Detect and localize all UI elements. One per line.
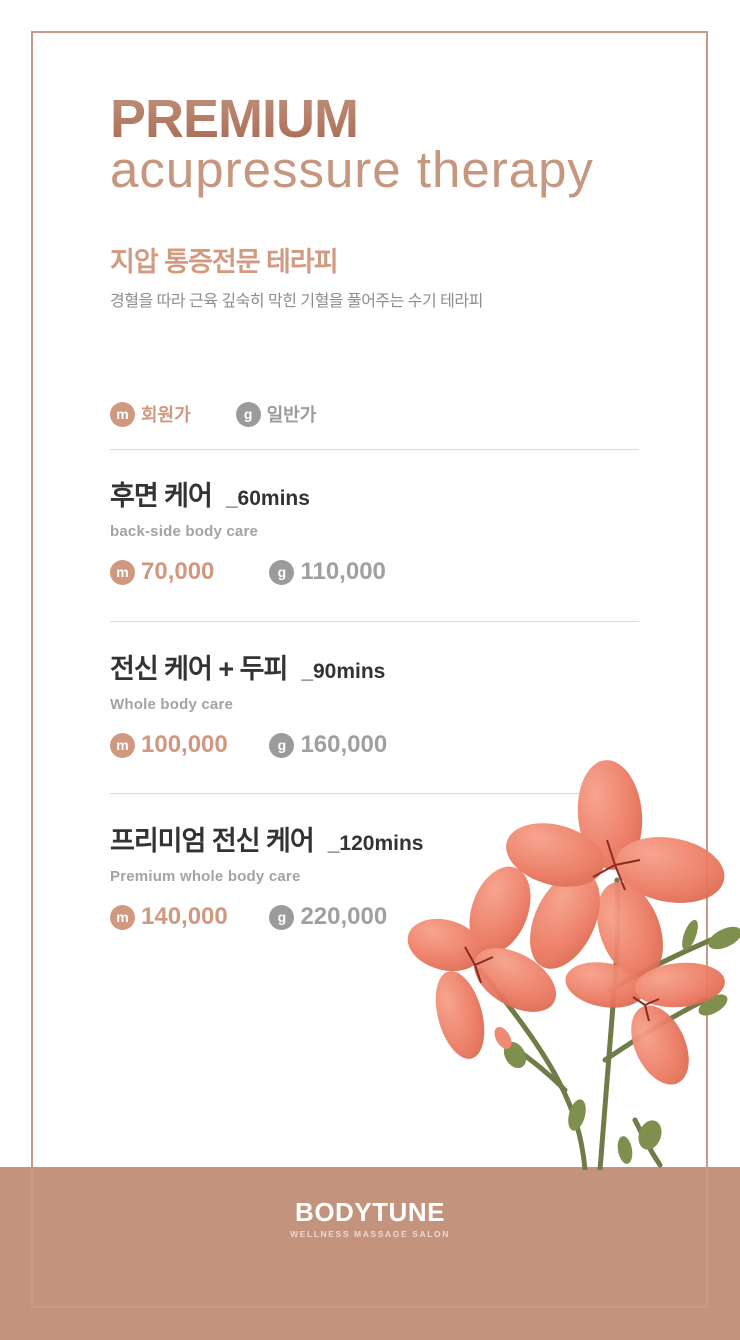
brand-name: BODYTUNE	[295, 1197, 445, 1227]
general-price: g 220,000	[269, 903, 387, 931]
service-prices: m 100,000 g 160,000	[110, 731, 630, 759]
price-legend: m 회원가 g 일반가	[110, 401, 316, 427]
general-badge-icon: g	[269, 904, 295, 930]
general-price-value: 110,000	[300, 558, 386, 585]
service-duration: _60mins	[225, 487, 310, 510]
member-badge-icon: m	[110, 401, 135, 427]
service-prices: m 70,000 g 110,000	[110, 558, 630, 586]
general-badge-icon: g	[269, 732, 295, 758]
therapy-title: 지압 통증전문 테라피	[110, 247, 339, 277]
brand-tagline: WELLNESS MASSAGE SALON	[290, 1229, 450, 1239]
service-duration: _90mins	[301, 660, 386, 683]
service-item: 후면 케어 _60mins back-side body care m 70,000…	[110, 474, 630, 586]
member-price-value: 70,000	[141, 558, 215, 585]
service-english-name: back-side body care	[110, 523, 259, 540]
general-price: g 110,000	[269, 558, 386, 586]
general-badge-icon: g	[235, 401, 261, 427]
service-english-name: Whole body care	[110, 696, 234, 713]
page-title: PREMIUM	[110, 89, 359, 149]
divider	[110, 449, 639, 450]
member-price-value: 140,000	[141, 903, 228, 930]
member-price: m 70,000	[110, 558, 265, 586]
brand-logo: BODYTUNE WELLNESS MASSAGE SALON	[0, 1199, 740, 1239]
member-price: m 100,000	[110, 731, 265, 759]
general-price-value: 220,000	[300, 903, 388, 930]
member-badge-icon: m	[110, 904, 135, 930]
member-price-label: 회원가	[141, 405, 191, 425]
therapy-description: 경혈을 따라 근육 깊숙히 막힌 기혈을 풀어주는 수기 테라피	[110, 293, 483, 310]
service-item: 전신 케어 + 두피 _90mins Whole body care m 100,0…	[110, 647, 630, 759]
general-badge-icon: g	[269, 559, 295, 585]
flower-illustration-icon	[407, 760, 740, 1170]
service-name: 후면 케어	[110, 481, 213, 511]
page-subtitle: acupressure therapy	[110, 141, 594, 198]
general-price-label: 일반가	[266, 405, 317, 425]
member-price: m 140,000	[110, 903, 265, 931]
general-price: g 160,000	[269, 731, 387, 759]
service-name: 전신 케어 + 두피	[110, 654, 288, 684]
member-badge-icon: m	[110, 732, 135, 758]
member-badge-icon: m	[110, 559, 135, 585]
general-price-value: 160,000	[300, 731, 388, 758]
divider	[110, 621, 639, 622]
service-name: 프리미엄 전신 케어	[110, 826, 315, 856]
member-price-value: 100,000	[141, 731, 228, 758]
